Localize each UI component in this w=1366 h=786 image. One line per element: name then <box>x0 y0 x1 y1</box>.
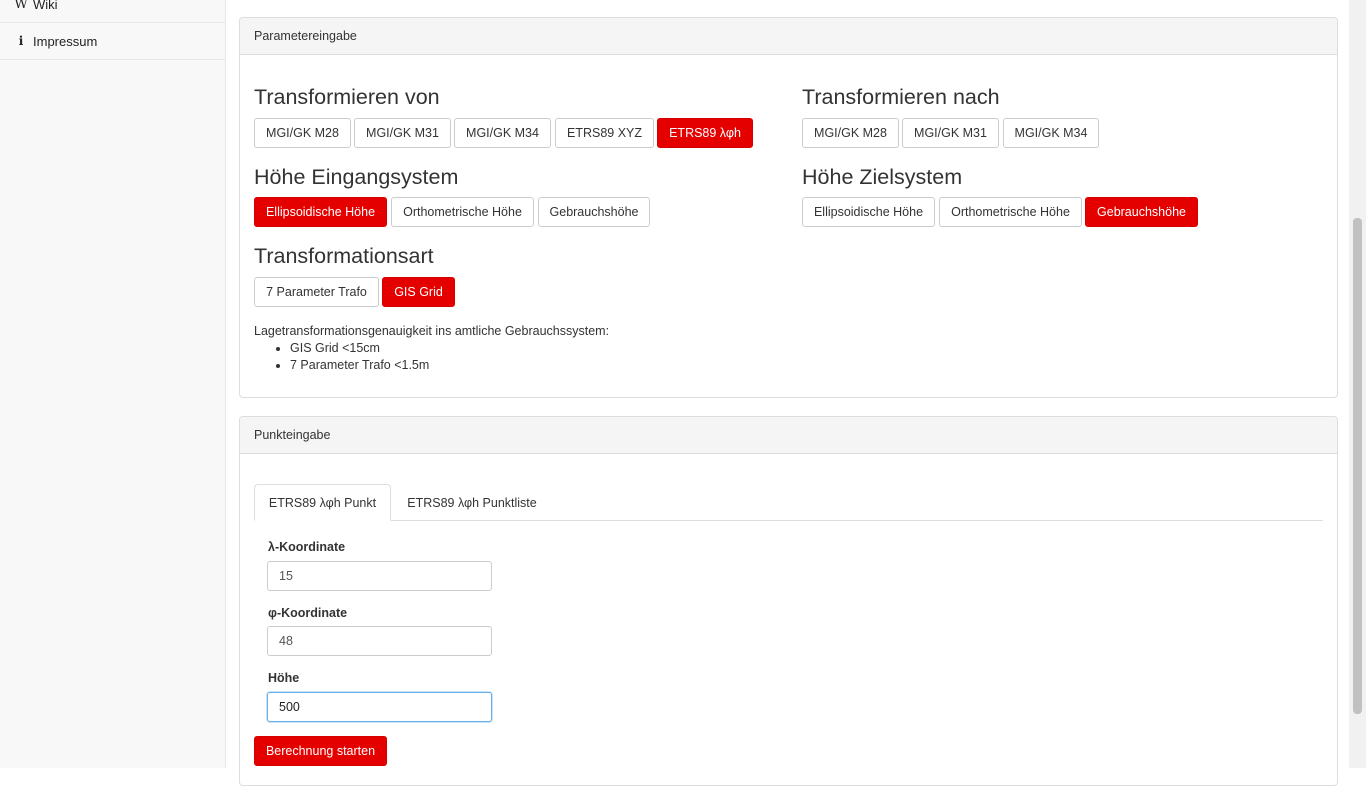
sidebar-item-label: Impressum <box>33 33 98 49</box>
start-calculation-button[interactable]: Berechnung starten <box>254 736 387 766</box>
trafo-7-parameter[interactable]: 7 Parameter Trafo <box>254 277 379 307</box>
height-input[interactable] <box>267 692 492 722</box>
panel-heading: Parametereingabe <box>240 18 1337 55</box>
height-out-orthometric[interactable]: Orthometrische Höhe <box>939 197 1082 227</box>
from-option-etrs89-lph[interactable]: ETRS89 λφh <box>657 118 753 148</box>
section-title-from: Transformieren von <box>254 85 440 109</box>
to-option-mgi-m34[interactable]: MGI/GK M34 <box>1003 118 1099 148</box>
section-title-to: Transformieren nach <box>802 85 1000 109</box>
phi-input[interactable] <box>267 626 492 656</box>
accuracy-item: GIS Grid <15cm <box>290 340 609 357</box>
from-option-mgi-m28[interactable]: MGI/GK M28 <box>254 118 351 148</box>
scrollbar-thumb[interactable] <box>1353 218 1362 714</box>
section-title-height-in: Höhe Eingangsystem <box>254 165 459 189</box>
sidebar-item-label: Wiki <box>33 0 58 12</box>
lambda-label: λ-Koordinate <box>268 540 346 554</box>
accuracy-text: Lagetransformationsgenauigkeit ins amtli… <box>254 324 610 338</box>
info-icon: i <box>18 34 24 48</box>
accuracy-note: Lagetransformationsgenauigkeit ins amtli… <box>254 323 609 374</box>
height-label: Höhe <box>268 671 300 685</box>
height-in-usage[interactable]: Gebrauchshöhe <box>538 197 650 227</box>
lambda-input[interactable] <box>267 561 492 591</box>
sidebar: W Wiki i Impressum <box>0 0 226 768</box>
sidebar-item-wiki[interactable]: W Wiki <box>0 0 225 23</box>
tab-point-list[interactable]: ETRS89 λφh Punktliste <box>393 484 551 521</box>
height-in-ellipsoidal[interactable]: Ellipsoidische Höhe <box>254 197 387 227</box>
height-in-orthometric[interactable]: Orthometrische Höhe <box>391 197 534 227</box>
sidebar-item-impressum[interactable]: i Impressum <box>0 23 225 60</box>
from-option-etrs89-xyz[interactable]: ETRS89 XYZ <box>555 118 654 148</box>
panel-heading: Punkteingabe <box>240 417 1337 454</box>
height-out-usage[interactable]: Gebrauchshöhe <box>1085 197 1198 227</box>
to-option-mgi-m31[interactable]: MGI/GK M31 <box>902 118 999 148</box>
from-option-mgi-m31[interactable]: MGI/GK M31 <box>354 118 451 148</box>
points-panel: Punkteingabe <box>239 416 1338 786</box>
from-option-mgi-m34[interactable]: MGI/GK M34 <box>454 118 551 148</box>
tab-point[interactable]: ETRS89 λφh Punkt <box>254 484 391 521</box>
section-title-height-out: Höhe Zielsystem <box>802 165 963 189</box>
section-title-trafo: Transformationsart <box>254 244 434 268</box>
to-option-mgi-m28[interactable]: MGI/GK M28 <box>802 118 899 148</box>
accuracy-item: 7 Parameter Trafo <1.5m <box>290 357 609 374</box>
phi-label: φ-Koordinate <box>268 606 348 620</box>
trafo-gis-grid[interactable]: GIS Grid <box>382 277 455 307</box>
height-out-ellipsoidal[interactable]: Ellipsoidische Höhe <box>802 197 935 227</box>
wikipedia-icon: W <box>14 0 28 12</box>
